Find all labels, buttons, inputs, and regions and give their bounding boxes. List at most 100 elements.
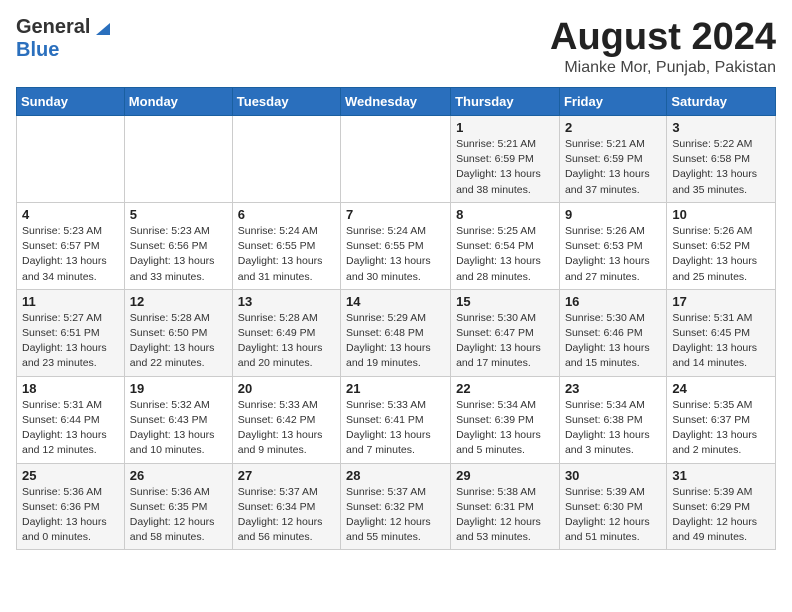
cell-info: Sunrise: 5:24 AM Sunset: 6:55 PM Dayligh… (238, 224, 335, 285)
calendar-cell: 17 Sunrise: 5:31 AM Sunset: 6:45 PM Dayli… (667, 289, 776, 376)
day-number: 4 (22, 207, 119, 222)
calendar-cell: 22 Sunrise: 5:34 AM Sunset: 6:39 PM Dayli… (451, 376, 560, 463)
day-number: 8 (456, 207, 554, 222)
calendar-cell: 10 Sunrise: 5:26 AM Sunset: 6:52 PM Dayli… (667, 202, 776, 289)
calendar-cell: 25 Sunrise: 5:36 AM Sunset: 6:36 PM Dayli… (17, 463, 125, 550)
cell-info: Sunrise: 5:33 AM Sunset: 6:41 PM Dayligh… (346, 398, 445, 459)
day-number: 24 (672, 381, 770, 396)
day-number: 17 (672, 294, 770, 309)
cell-info: Sunrise: 5:34 AM Sunset: 6:38 PM Dayligh… (565, 398, 661, 459)
calendar-cell: 5 Sunrise: 5:23 AM Sunset: 6:56 PM Daylig… (124, 202, 232, 289)
cell-info: Sunrise: 5:37 AM Sunset: 6:34 PM Dayligh… (238, 485, 335, 546)
cell-info: Sunrise: 5:39 AM Sunset: 6:30 PM Dayligh… (565, 485, 661, 546)
day-number: 31 (672, 468, 770, 483)
cell-info: Sunrise: 5:25 AM Sunset: 6:54 PM Dayligh… (456, 224, 554, 285)
cell-info: Sunrise: 5:28 AM Sunset: 6:49 PM Dayligh… (238, 311, 335, 372)
weekday-header: Sunday (17, 88, 125, 116)
logo: General Blue (16, 16, 114, 62)
calendar-cell: 16 Sunrise: 5:30 AM Sunset: 6:46 PM Dayli… (559, 289, 666, 376)
day-number: 26 (130, 468, 227, 483)
calendar-cell: 6 Sunrise: 5:24 AM Sunset: 6:55 PM Daylig… (232, 202, 340, 289)
weekday-header: Friday (559, 88, 666, 116)
calendar-cell: 20 Sunrise: 5:33 AM Sunset: 6:42 PM Dayli… (232, 376, 340, 463)
cell-info: Sunrise: 5:30 AM Sunset: 6:46 PM Dayligh… (565, 311, 661, 372)
cell-info: Sunrise: 5:31 AM Sunset: 6:45 PM Dayligh… (672, 311, 770, 372)
calendar-week-row: 18 Sunrise: 5:31 AM Sunset: 6:44 PM Dayli… (17, 376, 776, 463)
calendar-cell: 31 Sunrise: 5:39 AM Sunset: 6:29 PM Dayli… (667, 463, 776, 550)
logo-blue-text: Blue (16, 39, 59, 61)
day-number: 11 (22, 294, 119, 309)
cell-info: Sunrise: 5:23 AM Sunset: 6:56 PM Dayligh… (130, 224, 227, 285)
calendar-week-row: 25 Sunrise: 5:36 AM Sunset: 6:36 PM Dayli… (17, 463, 776, 550)
calendar-cell: 21 Sunrise: 5:33 AM Sunset: 6:41 PM Dayli… (341, 376, 451, 463)
calendar-table: SundayMondayTuesdayWednesdayThursdayFrid… (16, 87, 776, 550)
calendar-cell: 30 Sunrise: 5:39 AM Sunset: 6:30 PM Dayli… (559, 463, 666, 550)
day-number: 21 (346, 381, 445, 396)
day-number: 7 (346, 207, 445, 222)
calendar-cell: 13 Sunrise: 5:28 AM Sunset: 6:49 PM Dayli… (232, 289, 340, 376)
cell-info: Sunrise: 5:27 AM Sunset: 6:51 PM Dayligh… (22, 311, 119, 372)
cell-info: Sunrise: 5:30 AM Sunset: 6:47 PM Dayligh… (456, 311, 554, 372)
calendar-cell: 1Sunrise: 5:21 AM Sunset: 6:59 PM Daylig… (451, 116, 560, 203)
day-number: 28 (346, 468, 445, 483)
day-number: 22 (456, 381, 554, 396)
cell-info: Sunrise: 5:31 AM Sunset: 6:44 PM Dayligh… (22, 398, 119, 459)
day-number: 16 (565, 294, 661, 309)
logo-icon (92, 17, 114, 39)
calendar-cell: 8 Sunrise: 5:25 AM Sunset: 6:54 PM Daylig… (451, 202, 560, 289)
day-number: 12 (130, 294, 227, 309)
calendar-cell: 4Sunrise: 5:23 AM Sunset: 6:57 PM Daylig… (17, 202, 125, 289)
day-number: 15 (456, 294, 554, 309)
day-number: 29 (456, 468, 554, 483)
cell-info: Sunrise: 5:36 AM Sunset: 6:35 PM Dayligh… (130, 485, 227, 546)
cell-info: Sunrise: 5:26 AM Sunset: 6:52 PM Dayligh… (672, 224, 770, 285)
day-number: 9 (565, 207, 661, 222)
day-number: 20 (238, 381, 335, 396)
day-number: 6 (238, 207, 335, 222)
cell-info: Sunrise: 5:21 AM Sunset: 6:59 PM Dayligh… (565, 137, 661, 198)
calendar-cell: 15 Sunrise: 5:30 AM Sunset: 6:47 PM Dayli… (451, 289, 560, 376)
calendar-cell (232, 116, 340, 203)
day-number: 13 (238, 294, 335, 309)
calendar-cell: 23Sunrise: 5:34 AM Sunset: 6:38 PM Dayli… (559, 376, 666, 463)
calendar-cell: 11 Sunrise: 5:27 AM Sunset: 6:51 PM Dayli… (17, 289, 125, 376)
calendar-cell (124, 116, 232, 203)
cell-info: Sunrise: 5:26 AM Sunset: 6:53 PM Dayligh… (565, 224, 661, 285)
day-number: 19 (130, 381, 227, 396)
cell-info: Sunrise: 5:29 AM Sunset: 6:48 PM Dayligh… (346, 311, 445, 372)
cell-info: Sunrise: 5:39 AM Sunset: 6:29 PM Dayligh… (672, 485, 770, 546)
location-title: Mianke Mor, Punjab, Pakistan (550, 59, 776, 77)
cell-info: Sunrise: 5:36 AM Sunset: 6:36 PM Dayligh… (22, 485, 119, 546)
header: General Blue August 2024 Mianke Mor, Pun… (16, 16, 776, 77)
cell-info: Sunrise: 5:33 AM Sunset: 6:42 PM Dayligh… (238, 398, 335, 459)
title-area: August 2024 Mianke Mor, Punjab, Pakistan (550, 16, 776, 77)
weekday-header: Monday (124, 88, 232, 116)
cell-info: Sunrise: 5:38 AM Sunset: 6:31 PM Dayligh… (456, 485, 554, 546)
day-number: 2 (565, 120, 661, 135)
logo-general-text: General (16, 16, 90, 39)
calendar-cell (17, 116, 125, 203)
month-title: August 2024 (550, 16, 776, 59)
calendar-cell: 24Sunrise: 5:35 AM Sunset: 6:37 PM Dayli… (667, 376, 776, 463)
day-number: 5 (130, 207, 227, 222)
calendar-cell: 7 Sunrise: 5:24 AM Sunset: 6:55 PM Daylig… (341, 202, 451, 289)
day-number: 30 (565, 468, 661, 483)
day-number: 25 (22, 468, 119, 483)
cell-info: Sunrise: 5:37 AM Sunset: 6:32 PM Dayligh… (346, 485, 445, 546)
cell-info: Sunrise: 5:34 AM Sunset: 6:39 PM Dayligh… (456, 398, 554, 459)
cell-info: Sunrise: 5:22 AM Sunset: 6:58 PM Dayligh… (672, 137, 770, 198)
weekday-header: Saturday (667, 88, 776, 116)
cell-info: Sunrise: 5:24 AM Sunset: 6:55 PM Dayligh… (346, 224, 445, 285)
calendar-cell (341, 116, 451, 203)
cell-info: Sunrise: 5:32 AM Sunset: 6:43 PM Dayligh… (130, 398, 227, 459)
cell-info: Sunrise: 5:28 AM Sunset: 6:50 PM Dayligh… (130, 311, 227, 372)
calendar-week-row: 1Sunrise: 5:21 AM Sunset: 6:59 PM Daylig… (17, 116, 776, 203)
calendar-cell: 26 Sunrise: 5:36 AM Sunset: 6:35 PM Dayli… (124, 463, 232, 550)
calendar-cell: 19 Sunrise: 5:32 AM Sunset: 6:43 PM Dayli… (124, 376, 232, 463)
calendar-cell: 28 Sunrise: 5:37 AM Sunset: 6:32 PM Dayli… (341, 463, 451, 550)
day-number: 18 (22, 381, 119, 396)
calendar-week-row: 11 Sunrise: 5:27 AM Sunset: 6:51 PM Dayli… (17, 289, 776, 376)
calendar-cell: 12 Sunrise: 5:28 AM Sunset: 6:50 PM Dayli… (124, 289, 232, 376)
day-number: 10 (672, 207, 770, 222)
day-number: 27 (238, 468, 335, 483)
